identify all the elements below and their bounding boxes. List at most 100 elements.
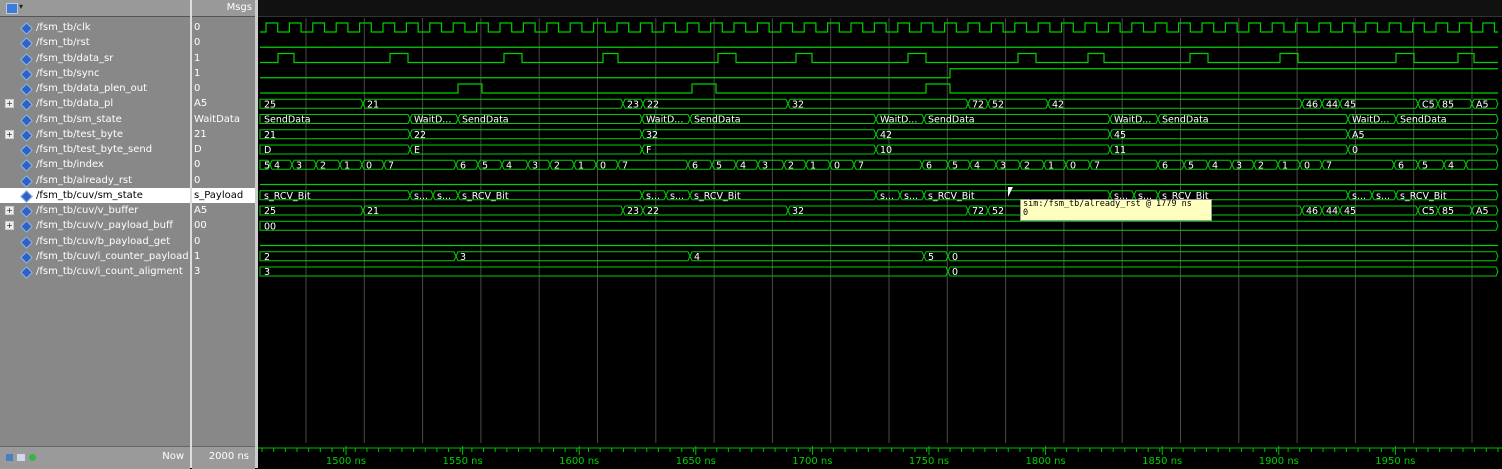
signal-row[interactable]: + /fsm_tb/data_pl <box>0 96 190 112</box>
bus-value-label: 7 <box>1094 160 1100 171</box>
chevron-down-icon[interactable]: ▾ <box>19 2 23 11</box>
bus-segment <box>259 129 411 140</box>
bus-value-label: s_RCV_Bit <box>462 191 509 202</box>
signal-row[interactable]: /fsm_tb/already_rst <box>0 173 190 188</box>
signal-row[interactable]: /fsm_tb/sm_state <box>0 112 190 127</box>
signal-value-row[interactable]: 00 <box>192 218 255 233</box>
signal-value-row[interactable]: 21 <box>192 127 255 142</box>
bus-value-label: 7 <box>858 160 864 171</box>
expand-icon[interactable]: + <box>5 221 14 231</box>
waveform-canvas[interactable]: 25 21 23 22 32 72 52 42 46 44 45 C5 85 A5SendData Wait… <box>258 0 1502 468</box>
signal-value-row[interactable]: 0 <box>192 81 255 96</box>
signal-value-row[interactable]: 3 <box>192 264 255 279</box>
bus-value-label: WaitD... <box>414 115 451 126</box>
signal-name: /fsm_tb/sm_state <box>36 113 122 125</box>
digital-waveform <box>260 52 1498 64</box>
zoom-icon[interactable] <box>6 454 13 461</box>
bus-value-label: 32 <box>792 206 804 217</box>
signal-diamond-icon <box>20 266 33 279</box>
bus-segment <box>1321 159 1395 170</box>
signal-name: /fsm_tb/data_sr <box>36 52 114 64</box>
bus-value-label: F <box>646 145 651 156</box>
bus-segment <box>259 266 949 277</box>
signal-row[interactable]: + /fsm_tb/test_byte <box>0 127 190 142</box>
bus-value-label: C5 <box>1422 99 1435 110</box>
bus-value-label: s... <box>880 191 894 202</box>
signal-row[interactable]: /fsm_tb/data_plen_out <box>0 81 190 96</box>
bus-segment <box>875 129 1111 140</box>
signal-value-row[interactable]: WaitData <box>192 112 255 127</box>
bus-value-label: 22 <box>414 130 426 141</box>
signal-row[interactable]: /fsm_tb/data_sr <box>0 51 190 66</box>
signal-value-row[interactable]: 0 <box>192 234 255 249</box>
signal-name: /fsm_tb/index <box>36 159 104 171</box>
bus-value-label: 1 <box>810 160 816 171</box>
signal-diamond-icon <box>20 67 33 81</box>
timeline-tick-label: 1800 ns <box>1026 456 1066 467</box>
signal-row[interactable]: /fsm_tb/clk <box>0 20 190 35</box>
expand-icon[interactable]: + <box>5 129 14 139</box>
signal-row[interactable]: + /fsm_tb/cuv/v_payload_buff <box>0 218 190 234</box>
edit-icon[interactable] <box>17 454 25 461</box>
bus-value-label: C5 <box>1422 206 1435 217</box>
signal-name: /fsm_tb/cuv/i_count_aligment <box>36 266 183 277</box>
bus-segment <box>617 159 689 170</box>
bus-segment <box>259 220 1499 231</box>
bus-segment <box>1465 159 1499 170</box>
waveform-pane[interactable]: 25 21 23 22 32 72 52 42 46 44 45 C5 85 A5 SendData Wait… <box>258 0 1502 468</box>
signal-row[interactable]: /fsm_tb/rst <box>0 35 190 51</box>
signal-row[interactable]: /fsm_tb/cuv/i_counter_payload <box>0 249 190 264</box>
bus-segment <box>641 144 877 155</box>
bus-value-label: SendData <box>462 115 509 126</box>
bus-value-label: 32 <box>646 130 658 141</box>
signal-value-row[interactable]: s_Payload <box>192 187 255 203</box>
bus-value-label: s... <box>1376 191 1390 202</box>
mouse-cursor-icon <box>1008 187 1018 197</box>
signal-diamond-icon <box>20 52 33 66</box>
signal-value-row[interactable]: 0 <box>192 173 255 188</box>
bus-value-label: 0 <box>600 160 606 171</box>
bus-value-label: 7 <box>388 160 394 171</box>
signal-value: 1 <box>194 67 201 79</box>
bus-value-label: 45 <box>1114 130 1126 141</box>
signal-row[interactable]: /fsm_tb/test_byte_send <box>0 142 190 157</box>
timeline-tick-label: 1600 ns <box>559 456 599 467</box>
timeline-tick-label: 1750 ns <box>909 456 949 467</box>
bus-value-label: 5 <box>1188 160 1194 171</box>
bus-value-label: 42 <box>1052 99 1064 110</box>
signal-row[interactable]: /fsm_tb/cuv/i_count_aligment <box>0 264 190 279</box>
signal-row[interactable]: /fsm_tb/cuv/b_payload_get <box>0 234 190 249</box>
signal-row[interactable]: + /fsm_tb/cuv/v_buffer <box>0 203 190 218</box>
signal-row[interactable]: /fsm_tb/index <box>0 157 190 173</box>
bus-value-label: A5 <box>1352 130 1365 141</box>
expand-icon[interactable]: + <box>5 206 14 215</box>
add-icon[interactable] <box>29 454 36 461</box>
signal-value-row[interactable]: 0 <box>192 20 255 35</box>
bus-segment <box>947 266 1499 277</box>
signal-value-row[interactable]: 1 <box>192 249 255 264</box>
signal-value-row[interactable]: 1 <box>192 51 255 66</box>
bus-value-label: s... <box>904 191 918 202</box>
signal-value-row[interactable]: 0 <box>192 157 255 172</box>
bus-value-label: 2 <box>554 160 560 171</box>
expand-icon[interactable]: + <box>5 99 14 109</box>
signal-value-row[interactable]: A5 <box>192 203 255 218</box>
signal-value-row[interactable]: D <box>192 142 255 157</box>
bus-segment <box>362 205 624 216</box>
bus-value-label: 6 <box>692 160 698 171</box>
bus-segment <box>853 159 923 170</box>
bus-value-label: SendData <box>264 115 311 126</box>
signal-value: 1 <box>194 52 201 64</box>
signal-tooltip: sim:/fsm_tb/already_rst @ 1779 ns 0 <box>1020 199 1212 221</box>
signal-diamond-icon <box>20 174 33 188</box>
signal-row[interactable]: /fsm_tb/cuv/sm_state <box>0 187 190 203</box>
signal-value: 0 <box>194 37 201 49</box>
bus-value-label: 21 <box>264 130 276 141</box>
bus-value-label: 3 <box>1000 160 1006 171</box>
wave-window-menu-icon[interactable] <box>6 3 18 14</box>
signal-value-row[interactable]: 1 <box>192 66 255 81</box>
signal-diamond-icon <box>20 37 33 51</box>
signal-value-row[interactable]: A5 <box>192 96 255 111</box>
signal-value-row[interactable]: 0 <box>192 35 255 50</box>
signal-row[interactable]: /fsm_tb/sync <box>0 66 190 81</box>
